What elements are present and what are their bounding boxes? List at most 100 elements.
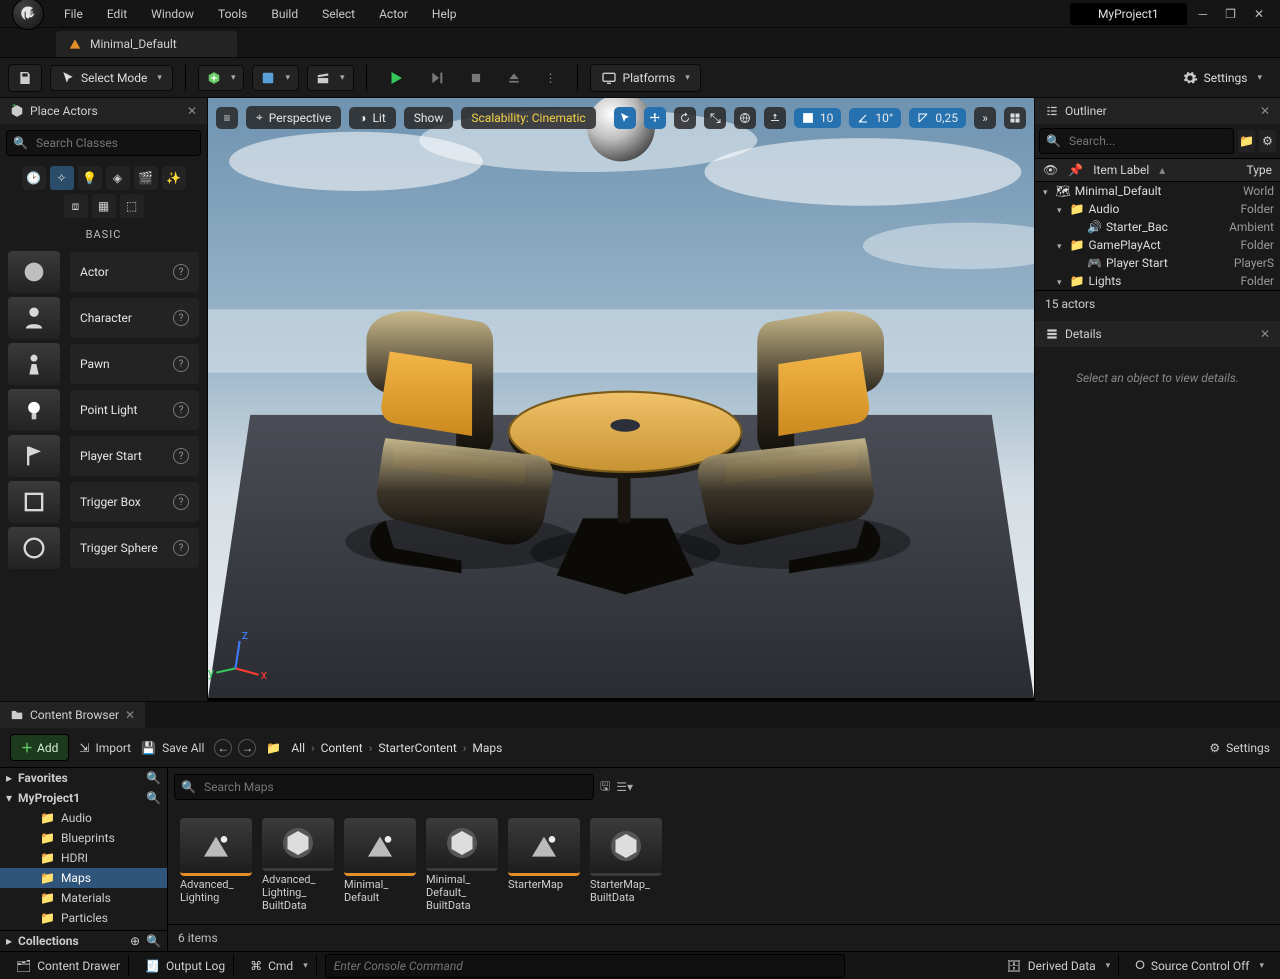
viewport[interactable]: x y z ≡ ⌖Perspective ◑Lit Show Scalabili…	[208, 98, 1034, 701]
stop-button[interactable]	[461, 66, 491, 90]
place-actors-search[interactable]: 🔍	[6, 130, 201, 156]
place-actors-tab[interactable]: Place Actors ✕	[0, 98, 207, 124]
menu-actor[interactable]: Actor	[367, 1, 420, 27]
window-restore-icon[interactable]: ❐	[1225, 7, 1236, 21]
viewport-layout-button[interactable]	[1004, 107, 1026, 129]
pin-column-icon[interactable]: 📌	[1068, 163, 1083, 177]
asset-startermap_builtdata[interactable]: StarterMap_​BuiltData	[590, 818, 662, 912]
asset-minimal_default[interactable]: Minimal_​Default	[344, 818, 416, 912]
breadcrumb-startercontent[interactable]: StarterContent	[378, 741, 456, 755]
scalability-button[interactable]: Scalability: Cinematic	[461, 107, 595, 129]
menu-build[interactable]: Build	[259, 1, 310, 27]
show-button[interactable]: Show	[404, 107, 454, 129]
content-browser-tab[interactable]: Content Browser ✕	[0, 702, 145, 728]
console-input[interactable]	[325, 954, 845, 978]
window-close-icon[interactable]: ✕	[1254, 7, 1264, 21]
filter-geometry-icon[interactable]: ⬚	[120, 194, 144, 218]
platforms-button[interactable]: Platforms	[590, 64, 701, 92]
close-icon[interactable]: ✕	[1260, 104, 1270, 118]
filter-shapes-icon[interactable]: ◈	[106, 166, 130, 190]
favorites-section[interactable]: ▸Favorites🔍	[0, 768, 167, 788]
search-icon[interactable]: 🔍	[146, 791, 161, 805]
asset-search-input[interactable]	[202, 779, 587, 795]
save-button[interactable]	[8, 64, 42, 92]
asset-advanced_lighting[interactable]: Advanced_​Lighting	[180, 818, 252, 912]
actor-item-trigger-box[interactable]: Trigger Box?	[8, 481, 199, 523]
blueprints-button[interactable]	[252, 65, 299, 91]
scale-tool-button[interactable]	[704, 107, 726, 129]
filter-visual-icon[interactable]: ✨	[162, 166, 186, 190]
settings-button[interactable]: Settings	[1172, 65, 1272, 91]
outliner-row[interactable]: 🎮 Player StartPlayerS	[1035, 254, 1280, 272]
perspective-button[interactable]: ⌖Perspective	[246, 106, 341, 129]
translate-tool-button[interactable]	[644, 107, 666, 129]
window-minimize-icon[interactable]: ─	[1199, 7, 1208, 21]
outliner-row[interactable]: 📁 GamePlayActFolder	[1035, 236, 1280, 254]
scale-snap-button[interactable]: 0,25	[909, 108, 966, 128]
help-icon[interactable]: ?	[173, 356, 189, 372]
filter-volumes-icon[interactable]: ⧈	[64, 194, 88, 218]
folder-blueprints[interactable]: 📁Blueprints	[0, 828, 167, 848]
world-local-button[interactable]	[734, 107, 756, 129]
actor-item-player-start[interactable]: Player Start?	[8, 435, 199, 477]
history-back-button[interactable]: ←	[214, 739, 232, 757]
history-fwd-button[interactable]: →	[238, 739, 256, 757]
asset-search[interactable]: 🔍	[174, 774, 594, 800]
add-collection-button[interactable]: ⊕	[130, 934, 140, 948]
import-button[interactable]: ⇲Import	[79, 741, 131, 755]
select-mode-button[interactable]: Select Mode	[50, 65, 173, 91]
visibility-column-icon[interactable]: 👁	[1043, 163, 1058, 177]
rotate-tool-button[interactable]	[674, 107, 696, 129]
details-tab[interactable]: Details ✕	[1035, 321, 1280, 347]
collections-section[interactable]: ▸Collections⊕🔍	[0, 930, 167, 951]
menu-help[interactable]: Help	[420, 1, 469, 27]
close-icon[interactable]: ✕	[187, 104, 197, 118]
outliner-search-input[interactable]	[1067, 133, 1227, 149]
eject-button[interactable]	[499, 66, 529, 90]
save-asset-button[interactable]: 🖫	[600, 777, 610, 798]
help-icon[interactable]: ?	[173, 540, 189, 556]
play-button[interactable]	[379, 64, 413, 92]
grid-snap-button[interactable]: 10	[794, 108, 842, 128]
filter-lights-icon[interactable]: 💡	[78, 166, 102, 190]
search-icon[interactable]: 🔍	[146, 934, 161, 948]
save-all-button[interactable]: 💾Save All	[141, 741, 204, 755]
folder-audio[interactable]: 📁Audio	[0, 808, 167, 828]
derived-data-button[interactable]: 🗄Derived Data	[999, 955, 1120, 977]
cmd-dropdown[interactable]: ⌘Cmd	[242, 955, 317, 977]
search-icon[interactable]: 🔍	[146, 771, 161, 785]
asset-startermap[interactable]: StarterMap	[508, 818, 580, 912]
camera-speed-button[interactable]: »	[974, 107, 996, 129]
folder-materials[interactable]: 📁Materials	[0, 888, 167, 908]
help-icon[interactable]: ?	[173, 494, 189, 510]
close-icon[interactable]: ✕	[125, 708, 135, 722]
filter-button[interactable]: ☰▾	[616, 780, 633, 794]
menu-file[interactable]: File	[52, 1, 95, 27]
lit-button[interactable]: ◑Lit	[349, 107, 396, 129]
output-log-button[interactable]: 🧾Output Log	[137, 955, 234, 977]
filter-recent-icon[interactable]: 🕑	[22, 166, 46, 190]
help-icon[interactable]: ?	[173, 448, 189, 464]
outliner-settings-button[interactable]: ⚙	[1259, 130, 1276, 152]
add-content-button[interactable]	[198, 65, 245, 91]
menu-select[interactable]: Select	[310, 1, 367, 27]
viewport-menu-button[interactable]: ≡	[216, 107, 238, 129]
skip-button[interactable]	[421, 65, 453, 91]
help-icon[interactable]: ?	[173, 310, 189, 326]
breadcrumb-maps[interactable]: Maps	[472, 741, 502, 755]
filter-basic-icon[interactable]: ✧	[50, 166, 74, 190]
path-folder-icon[interactable]: 📁	[266, 741, 281, 755]
folder-particles[interactable]: 📁Particles	[0, 908, 167, 928]
menu-tools[interactable]: Tools	[206, 1, 259, 27]
actor-item-character[interactable]: Character?	[8, 297, 199, 339]
actor-item-point-light[interactable]: Point Light?	[8, 389, 199, 431]
breadcrumb-content[interactable]: Content	[321, 741, 363, 755]
surface-snap-button[interactable]	[764, 107, 786, 129]
unreal-logo[interactable]	[12, 0, 44, 30]
filter-cinematic-icon[interactable]: 🎬	[134, 166, 158, 190]
angle-snap-button[interactable]: 10°	[849, 108, 901, 128]
project-root[interactable]: ▾MyProject1🔍	[0, 788, 167, 808]
select-tool-button[interactable]	[614, 107, 636, 129]
actor-item-actor[interactable]: Actor?	[8, 251, 199, 293]
filter-all-icon[interactable]: ▦	[92, 194, 116, 218]
